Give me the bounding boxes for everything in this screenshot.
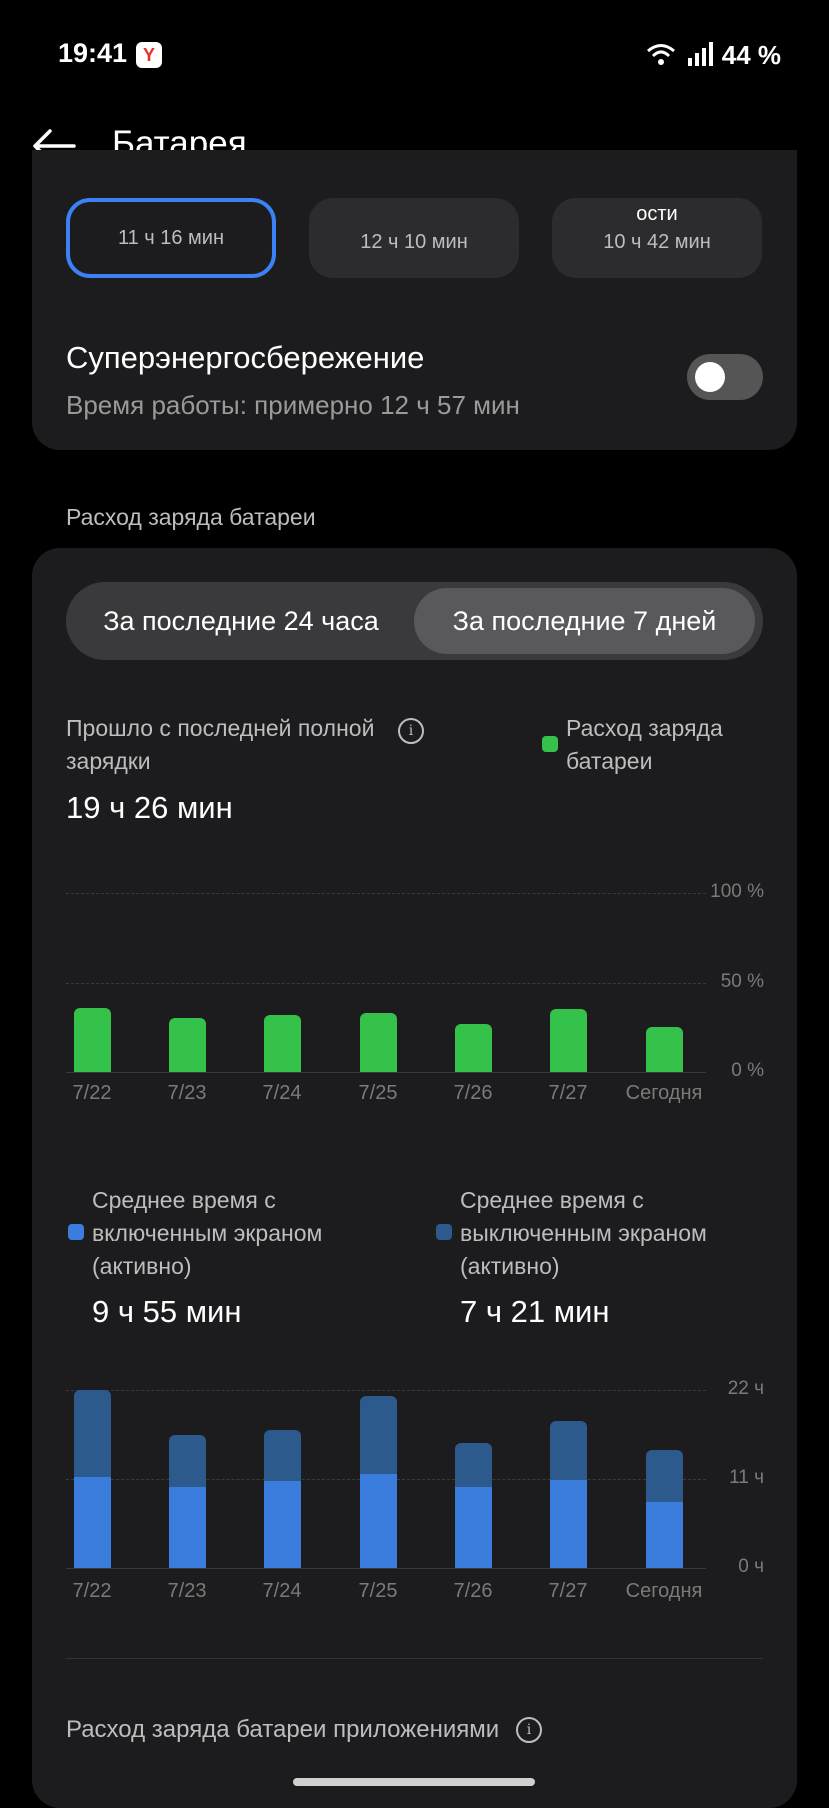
x-tick-label: 7/26 (453, 1580, 493, 1602)
mode-name: ости (636, 203, 678, 225)
mode-option-1[interactable]: 11 ч 16 мин (66, 198, 276, 278)
super-saving-title: Суперэнергосбережение (66, 340, 425, 375)
x-tick-label: Сегодня (625, 1082, 703, 1104)
x-tick-label: 7/22 (72, 1580, 112, 1602)
bar-screen-off (168, 1435, 206, 1488)
bar-usage (359, 1012, 397, 1072)
info-icon[interactable]: i (516, 1717, 542, 1743)
bar-screen-on (549, 1479, 587, 1568)
x-tick-label: 7/25 (358, 1082, 398, 1104)
bar-screen-off (73, 1390, 111, 1478)
bar-usage (73, 1007, 111, 1072)
x-tick-label: 7/25 (358, 1580, 398, 1602)
bar-usage (168, 1018, 206, 1072)
mode-time: 10 ч 42 мин (603, 231, 711, 253)
apps-usage-label: Расход заряда батареи приложениями (66, 1716, 500, 1743)
divider (66, 1658, 763, 1659)
x-tick-label: 7/24 (262, 1082, 302, 1104)
gridline (66, 1072, 706, 1073)
screen-on-average: 9 ч 55 мин (92, 1294, 242, 1329)
x-tick-label: 7/22 (72, 1082, 112, 1104)
y-tick-label: 100 % (710, 881, 764, 902)
bar-screen-on (645, 1502, 683, 1568)
clock: 19:41 (58, 38, 128, 68)
gridline (66, 893, 706, 894)
since-full-charge-label: Прошло с последней полной зарядки (66, 715, 375, 774)
y-tick-label: 0 ч (738, 1556, 764, 1577)
x-tick-label: 7/23 (167, 1082, 207, 1104)
x-tick-label: 7/27 (548, 1580, 588, 1602)
legend-label-usage: Расход заряда батареи (566, 715, 723, 774)
x-tick-label: 7/24 (262, 1580, 302, 1602)
legend-swatch-screen-off (436, 1224, 452, 1240)
x-tick-label: Сегодня (625, 1580, 703, 1602)
y-tick-label: 11 ч (729, 1467, 764, 1488)
bar-screen-off (263, 1430, 301, 1482)
legend-label-screen-off: Среднее время с выключенным экраном (акт… (460, 1187, 707, 1279)
info-icon[interactable]: i (398, 718, 424, 744)
y-tick-label: 0 % (731, 1060, 764, 1081)
super-saving-subtitle: Время работы: примерно 12 ч 57 мин (66, 390, 520, 420)
gridline (66, 982, 706, 984)
home-indicator[interactable] (293, 1778, 535, 1786)
mode-option-3[interactable]: ости 10 ч 42 мин (552, 198, 762, 278)
legend-label-screen-on: Среднее время с включенным экраном (акти… (92, 1187, 323, 1279)
since-full-charge-value: 19 ч 26 мин (66, 790, 233, 825)
wifi-icon (647, 44, 675, 65)
super-saving-toggle[interactable] (687, 354, 763, 400)
legend-swatch-screen-on (68, 1224, 84, 1240)
screen-off-average: 7 ч 21 мин (460, 1294, 610, 1329)
bar-usage (263, 1014, 301, 1072)
tab-last-7-days[interactable]: За последние 7 дней (414, 588, 755, 654)
x-tick-label: 7/26 (453, 1082, 493, 1104)
bar-usage (645, 1027, 683, 1072)
x-tick-label: 7/27 (548, 1082, 588, 1104)
gridline (66, 1390, 706, 1391)
bar-screen-off (645, 1449, 683, 1503)
signal-icon (688, 42, 713, 66)
toggle-knob (695, 362, 725, 392)
bar-usage (549, 1009, 587, 1072)
mode-time: 12 ч 10 мин (360, 231, 468, 253)
bar-usage (454, 1023, 492, 1072)
mode-option-2[interactable]: 12 ч 10 мин (309, 198, 519, 278)
yandex-app-icon: Y (136, 42, 162, 68)
y-tick-label: 22 ч (727, 1378, 764, 1399)
bar-screen-off (454, 1443, 492, 1488)
bar-screen-off (359, 1395, 397, 1475)
battery-percentage: 44 % (721, 40, 781, 70)
x-tick-label: 7/23 (167, 1580, 207, 1602)
section-label-battery-usage: Расход заряда батареи (66, 504, 316, 530)
tab-last-24-hours[interactable]: За последние 24 часа (66, 582, 416, 660)
bar-screen-on (168, 1487, 206, 1568)
gridline (66, 1568, 706, 1569)
y-tick-label: 50 % (720, 970, 764, 992)
bar-screen-on (263, 1481, 301, 1568)
bar-screen-off (549, 1420, 587, 1480)
bar-screen-on (454, 1487, 492, 1568)
bar-screen-on (73, 1477, 111, 1568)
bar-screen-on (359, 1474, 397, 1568)
legend-swatch-usage (542, 736, 558, 752)
mode-time: 11 ч 16 мин (117, 227, 225, 249)
